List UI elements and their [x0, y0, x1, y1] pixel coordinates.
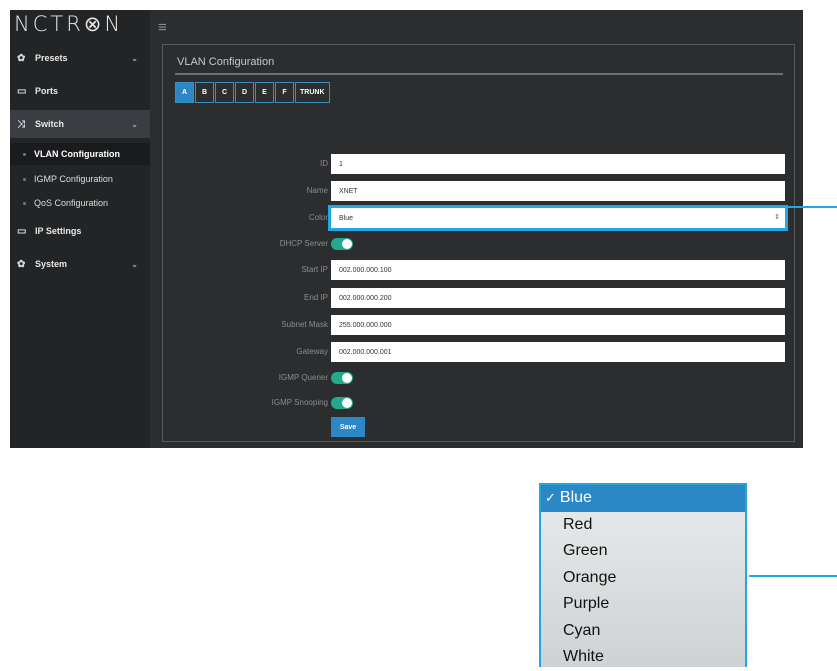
sidebar-item-label: Switch — [35, 119, 65, 129]
shuffle-icon: ⤨ — [17, 118, 25, 130]
gateway-row: Gateway 002.000.000.001 — [163, 342, 796, 362]
gateway-input[interactable]: 002.000.000.001 — [331, 342, 785, 362]
dropdown-option-green[interactable]: Green — [541, 538, 745, 565]
toggle-knob — [342, 373, 352, 383]
sidebar-item-label: IP Settings — [35, 226, 82, 236]
end-ip-input[interactable]: 002.000.000.200 — [331, 288, 785, 308]
bullet-icon — [23, 152, 26, 156]
toggle-knob — [342, 239, 352, 249]
sidebar-item-switch[interactable]: ⤨ Switch ⌄ — [10, 110, 150, 138]
dropdown-option-blue[interactable]: ✓ Blue — [541, 485, 745, 512]
color-row: Color Blue ⇕ — [163, 205, 796, 231]
toggle-knob — [342, 398, 352, 408]
sidebar-subitem-igmp-configuration[interactable]: IGMP Configuration — [10, 168, 150, 190]
subnet-row: Subnet Mask 255.000.000.000 — [163, 315, 796, 335]
checkmark-icon: ✓ — [545, 490, 556, 506]
callout-line-top — [786, 206, 837, 208]
id-input[interactable]: 1 — [331, 154, 785, 174]
sidebar-item-presets[interactable]: ✿ Presets ⌄ — [10, 44, 150, 72]
hamburger-icon[interactable]: ≡ — [158, 20, 167, 35]
dropdown-option-label: Blue — [559, 489, 592, 507]
bullet-icon — [23, 177, 26, 181]
dhcp-label: DHCP Server — [279, 239, 328, 248]
select-arrows-icon: ⇕ — [774, 214, 780, 221]
igmp-querier-label: IGMP Querier — [278, 373, 328, 382]
subnet-input[interactable]: 255.000.000.000 — [331, 315, 785, 335]
callout-line-bottom — [749, 575, 837, 577]
save-button[interactable]: Save — [331, 417, 365, 437]
igmp-snooping-label: IGMP Snooping — [271, 398, 328, 407]
end-ip-label: End IP — [303, 293, 328, 302]
tab-trunk[interactable]: TRUNK — [295, 82, 330, 103]
vlan-tabs: A B C D E F TRUNK — [175, 82, 331, 103]
start-ip-label: Start IP — [301, 265, 328, 274]
gear-icon: ✿ — [17, 258, 26, 270]
igmp-querier-row: IGMP Querier — [163, 368, 796, 388]
panel-title: VLAN Configuration — [177, 56, 275, 68]
netron-logo: NCTR⊗N — [14, 12, 124, 36]
dropdown-option-purple[interactable]: Purple — [541, 591, 745, 618]
chevron-down-icon: ⌄ — [131, 53, 138, 63]
sidebar-subitem-vlan-configuration[interactable]: VLAN Configuration — [10, 143, 150, 165]
sidebar-subitem-qos-configuration[interactable]: QoS Configuration — [10, 192, 150, 214]
chevron-down-icon: ⌄ — [131, 119, 138, 129]
gateway-label: Gateway — [296, 347, 328, 356]
color-select-value: Blue — [339, 214, 354, 222]
sidebar-subitem-label: IGMP Configuration — [34, 174, 113, 184]
tab-d[interactable]: D — [235, 82, 254, 103]
igmp-snooping-toggle[interactable] — [331, 397, 353, 409]
bullet-icon — [23, 201, 26, 205]
tab-b[interactable]: B — [195, 82, 214, 103]
name-input[interactable]: XNET — [331, 181, 785, 201]
id-label: ID — [320, 159, 328, 168]
tab-c[interactable]: C — [215, 82, 234, 103]
start-ip-row: Start IP 002.000.000.100 — [163, 260, 796, 280]
sidebar-item-label: Ports — [35, 86, 59, 96]
sidebar-subitem-label: VLAN Configuration — [34, 149, 120, 159]
monitor-icon: ▭ — [17, 225, 27, 237]
dhcp-row: DHCP Server — [163, 234, 796, 254]
end-ip-row: End IP 002.000.000.200 — [163, 288, 796, 308]
gear-icon: ✿ — [17, 52, 26, 64]
sidebar: NCTR⊗N ✿ Presets ⌄ ▭ Ports ⤨ Switch ⌄ VL… — [10, 10, 150, 448]
monitor-icon: ▭ — [17, 85, 27, 97]
sidebar-item-label: System — [35, 259, 68, 269]
sidebar-item-system[interactable]: ✿ System ⌄ — [10, 250, 150, 278]
title-divider — [175, 73, 783, 75]
sidebar-item-ip-settings[interactable]: ▭ IP Settings — [10, 217, 150, 245]
id-row: ID 1 — [163, 154, 796, 174]
vlan-config-panel: VLAN Configuration A B C D E F TRUNK ID … — [162, 44, 795, 442]
igmp-snooping-row: IGMP Snooping — [163, 393, 796, 413]
chevron-down-icon: ⌄ — [131, 259, 138, 269]
app-window: NCTR⊗N ✿ Presets ⌄ ▭ Ports ⤨ Switch ⌄ VL… — [10, 10, 803, 448]
dhcp-toggle[interactable] — [331, 238, 353, 250]
sidebar-subitem-label: QoS Configuration — [34, 198, 109, 208]
igmp-querier-toggle[interactable] — [331, 372, 353, 384]
start-ip-input[interactable]: 002.000.000.100 — [331, 260, 785, 280]
dropdown-option-red[interactable]: Red — [541, 512, 745, 539]
color-dropdown-list: ✓ Blue Red Green Orange Purple Cyan Whit… — [539, 483, 747, 667]
sidebar-item-label: Presets — [35, 53, 68, 63]
name-row: Name XNET — [163, 181, 796, 201]
color-label: Color — [308, 213, 328, 222]
name-label: Name — [306, 186, 328, 195]
dropdown-option-orange[interactable]: Orange — [541, 565, 745, 592]
color-select[interactable]: Blue ⇕ — [328, 205, 788, 231]
sidebar-item-ports[interactable]: ▭ Ports — [10, 77, 150, 105]
tab-f[interactable]: F — [275, 82, 294, 103]
subnet-label: Subnet Mask — [281, 320, 328, 329]
tab-e[interactable]: E — [255, 82, 274, 103]
tab-a[interactable]: A — [175, 82, 194, 103]
dropdown-option-cyan[interactable]: Cyan — [541, 618, 745, 645]
